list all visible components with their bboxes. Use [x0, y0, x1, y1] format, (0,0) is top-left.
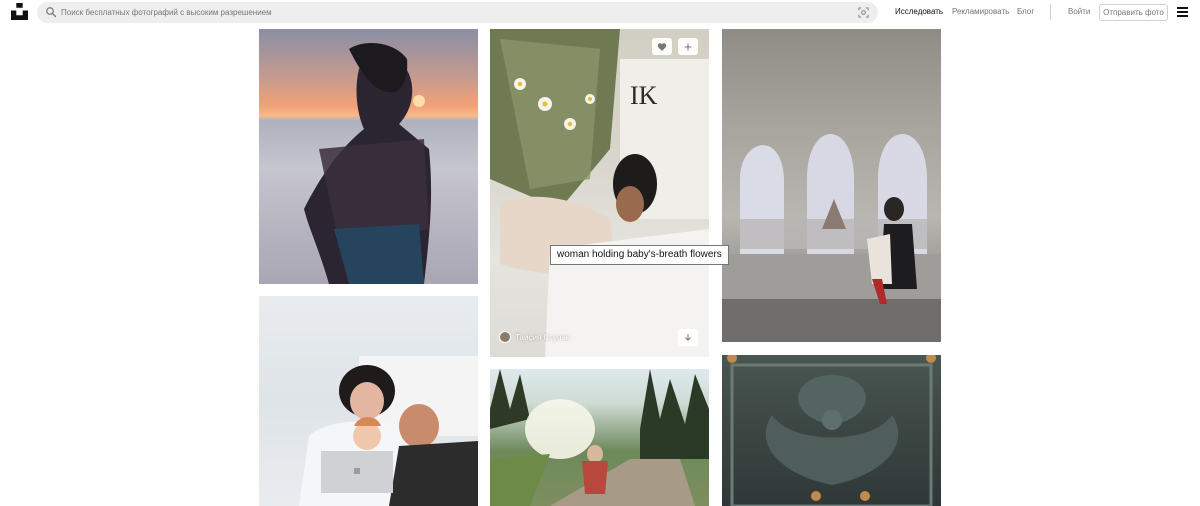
- visual-search-icon[interactable]: [858, 7, 869, 18]
- photo-illustration: [490, 369, 709, 506]
- download-button[interactable]: [678, 329, 698, 346]
- photo-illustration: IK: [490, 29, 709, 357]
- svg-text:IK: IK: [630, 81, 658, 110]
- submit-photo-button[interactable]: Отправить фото: [1099, 4, 1168, 21]
- search-bar[interactable]: [37, 2, 878, 23]
- photo-card[interactable]: [490, 369, 709, 506]
- top-header: Исследовать Рекламировать Блог Войти Отп…: [0, 0, 1200, 24]
- avatar[interactable]: [499, 331, 511, 343]
- download-icon: [685, 333, 691, 341]
- like-button[interactable]: [652, 38, 672, 55]
- photo-author[interactable]: Таисия Ступак: [499, 331, 569, 343]
- plus-icon: [684, 43, 692, 50]
- photo-card[interactable]: IK Таисия Ступак: [490, 29, 709, 357]
- header-divider: [1050, 4, 1051, 20]
- login-link[interactable]: Войти: [1068, 7, 1090, 16]
- nav-blog-link[interactable]: Блог: [1017, 7, 1034, 16]
- add-to-collection-button[interactable]: [678, 38, 698, 55]
- nav-explore-link[interactable]: Исследовать: [895, 7, 943, 16]
- search-input[interactable]: [61, 4, 841, 21]
- photo-illustration: [299, 356, 478, 506]
- menu-icon[interactable]: [1177, 7, 1188, 17]
- photo-illustration: [304, 43, 432, 284]
- heart-icon: [657, 42, 667, 51]
- photo-card[interactable]: [259, 296, 478, 506]
- photo-alt-tooltip: woman holding baby's-breath flowers: [550, 245, 729, 265]
- photo-illustration: [727, 355, 936, 506]
- search-icon[interactable]: [45, 6, 57, 18]
- author-name[interactable]: Таисия Ступак: [515, 333, 569, 342]
- nav-advertise-link[interactable]: Рекламировать: [952, 7, 1009, 16]
- photo-illustration: [722, 134, 941, 342]
- photo-card[interactable]: [722, 29, 941, 342]
- unsplash-logo-icon[interactable]: [11, 3, 28, 20]
- photo-card[interactable]: [259, 29, 478, 284]
- photo-card[interactable]: [722, 355, 941, 506]
